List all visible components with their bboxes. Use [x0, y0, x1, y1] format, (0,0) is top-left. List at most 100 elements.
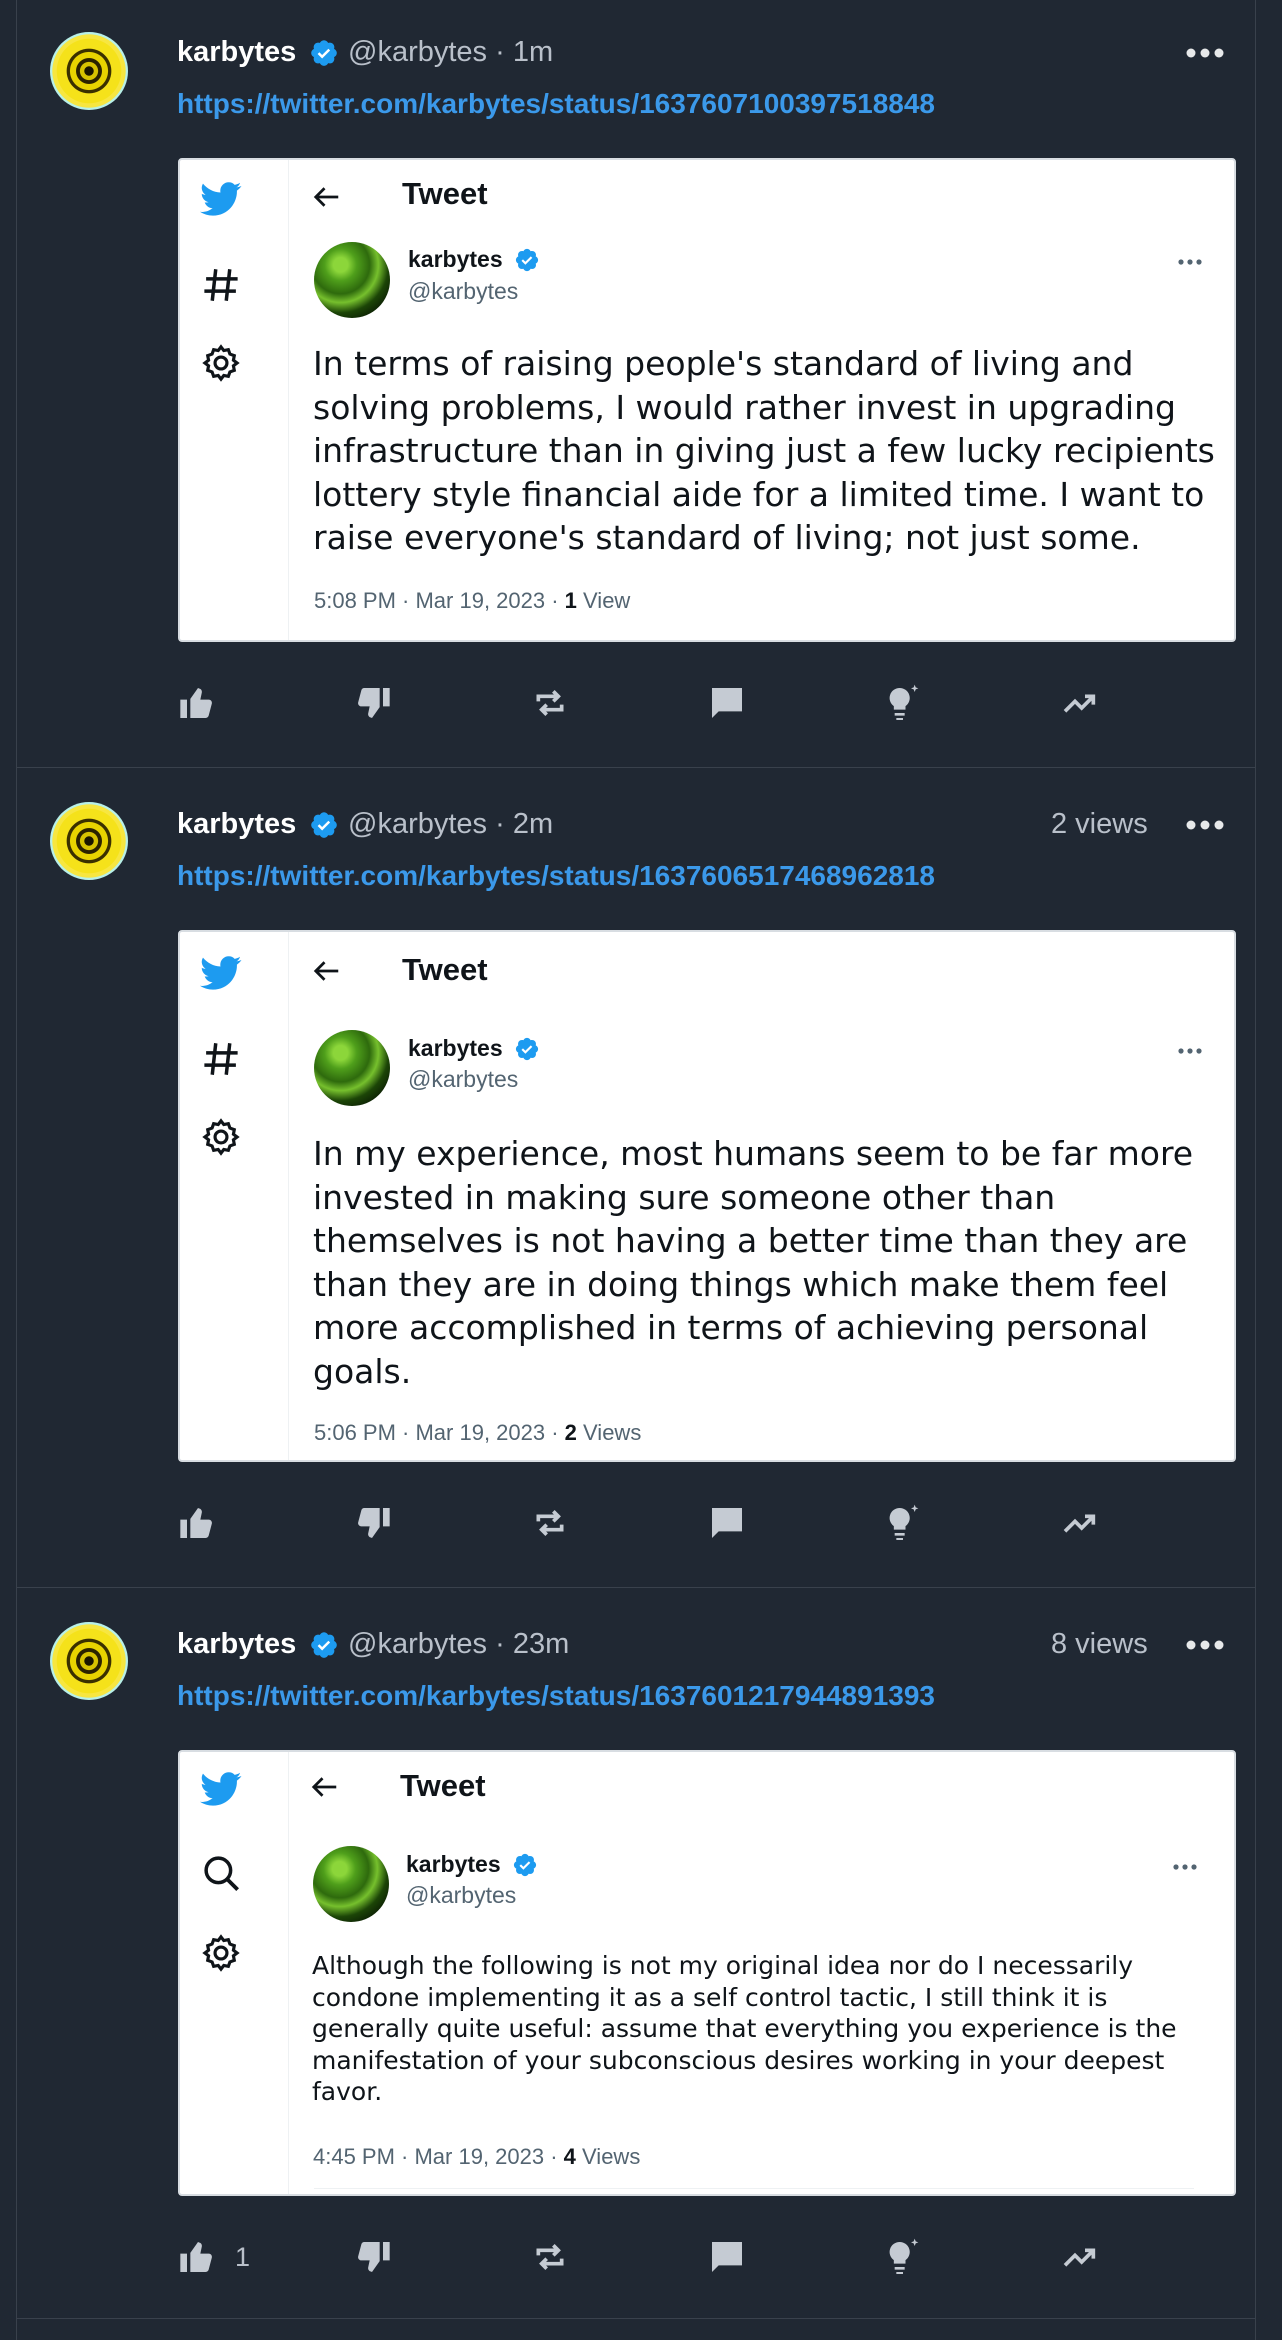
twitter-bird-icon[interactable] [200, 952, 242, 994]
tweet-author-handle[interactable]: @karbytes [406, 1882, 516, 1909]
repost-button[interactable] [530, 1501, 570, 1545]
hashtag-icon[interactable] [200, 264, 242, 306]
tweet-avatar[interactable] [314, 1030, 390, 1106]
more-options-icon[interactable] [1177, 1047, 1203, 1055]
tweet-link[interactable]: https://twitter.com/karbytes/status/1637… [177, 86, 935, 122]
tweet-timestamp[interactable]: 5:06 PM · Mar 19, 2023 · [314, 1420, 565, 1445]
tweet-avatar[interactable] [313, 1846, 389, 1922]
insight-button[interactable] [883, 2235, 923, 2279]
gear-icon[interactable] [200, 342, 242, 384]
more-options-icon[interactable] [1185, 819, 1225, 831]
tweet-author-handle[interactable]: @karbytes [408, 278, 518, 305]
thumbs-down-icon [358, 2242, 390, 2272]
dislike-button[interactable] [353, 681, 393, 725]
repost-button[interactable] [530, 681, 570, 725]
lightbulb-icon [889, 684, 919, 720]
embed-title: Tweet [402, 952, 488, 987]
more-options-icon[interactable] [1185, 47, 1225, 59]
avatar[interactable] [50, 32, 128, 110]
author-handle[interactable]: @karbytes · 1m [348, 34, 553, 70]
thumbs-down-icon [358, 688, 390, 718]
tweet-meta: 5:08 PM · Mar 19, 2023 · 1 View [314, 588, 630, 614]
like-count: 1 [235, 2241, 251, 2272]
trending-button[interactable] [1060, 1501, 1100, 1545]
like-button[interactable] [177, 1501, 235, 1545]
comment-button[interactable] [707, 2235, 747, 2279]
repost-icon [536, 2244, 564, 2270]
insight-button[interactable] [883, 681, 923, 725]
like-button[interactable]: 1 [177, 2235, 250, 2279]
embedded-tweet[interactable]: Tweet karbytes @karbytes In terms of rai… [178, 158, 1236, 642]
view-count: 1 [564, 588, 577, 613]
dislike-button[interactable] [353, 2235, 393, 2279]
action-bar [177, 1501, 1177, 1545]
embed-sidebar [180, 932, 289, 1460]
trending-up-icon [1063, 1514, 1096, 1533]
back-arrow-icon[interactable] [310, 1772, 340, 1802]
embedded-tweet[interactable]: Tweet karbytes @karbytes Although the fo… [178, 1750, 1236, 2196]
tweet-author-name[interactable]: karbytes [408, 246, 503, 273]
repost-icon [536, 690, 564, 716]
tweet-avatar[interactable] [314, 242, 390, 318]
author-handle[interactable]: @karbytes · 23m [348, 1626, 569, 1662]
embed-title: Tweet [400, 1768, 486, 1803]
verified-badge-icon [311, 812, 337, 838]
repost-button[interactable] [530, 2235, 570, 2279]
twitter-bird-icon[interactable] [200, 1768, 242, 1810]
insight-button[interactable] [883, 1501, 923, 1545]
tweet-text: In terms of raising people's standard of… [313, 344, 1215, 557]
post: karbytes @karbytes · 1m https://twitter.… [17, 0, 1255, 768]
tweet-meta: 5:06 PM · Mar 19, 2023 · 2 Views [314, 1420, 641, 1446]
more-options-icon[interactable] [1177, 258, 1203, 266]
comment-icon [712, 688, 742, 718]
dislike-button[interactable] [353, 1501, 393, 1545]
trending-button[interactable] [1060, 681, 1100, 725]
tweet-timestamp[interactable]: 5:08 PM · Mar 19, 2023 · [314, 588, 565, 613]
like-button[interactable] [177, 681, 235, 725]
action-bar [177, 681, 1177, 725]
embed-sidebar [180, 160, 289, 640]
avatar[interactable] [50, 1622, 128, 1700]
verified-badge-icon [513, 1853, 537, 1877]
hashtag-icon[interactable] [200, 1038, 242, 1080]
twitter-bird-icon[interactable] [200, 178, 242, 220]
trending-button[interactable] [1060, 2235, 1100, 2279]
comment-button[interactable] [707, 1501, 747, 1545]
gear-icon[interactable] [200, 1932, 242, 1974]
more-options-icon[interactable] [1172, 1863, 1198, 1871]
more-options-icon[interactable] [1185, 1639, 1225, 1651]
back-arrow-icon[interactable] [312, 956, 342, 986]
trending-up-icon [1063, 694, 1096, 713]
action-bar: 1 [177, 2235, 1177, 2279]
author-name[interactable]: karbytes [177, 1626, 296, 1662]
embedded-tweet[interactable]: Tweet karbytes @karbytes In my experienc… [178, 930, 1236, 1462]
tweet-author-handle[interactable]: @karbytes [408, 1066, 518, 1093]
embed-divider [314, 2188, 1194, 2189]
view-label: Views [575, 2144, 641, 2169]
back-arrow-icon[interactable] [312, 182, 342, 212]
author-name[interactable]: karbytes [177, 806, 296, 842]
author-name[interactable]: karbytes [177, 34, 296, 70]
tweet-meta: 4:45 PM · Mar 19, 2023 · 4 Views [313, 2144, 640, 2170]
lightbulb-icon [889, 1504, 919, 1540]
comment-icon [712, 2242, 742, 2272]
embed-sidebar [180, 1752, 289, 2194]
tweet-timestamp[interactable]: 4:45 PM · Mar 19, 2023 · [313, 2144, 564, 2169]
time-ago: · 2m [495, 808, 554, 840]
tweet-link[interactable]: https://twitter.com/karbytes/status/1637… [177, 1678, 935, 1714]
author-handle[interactable]: @karbytes · 2m [348, 806, 553, 842]
tweet-link[interactable]: https://twitter.com/karbytes/status/1637… [177, 858, 935, 894]
thumbs-up-icon [180, 2242, 212, 2272]
thumbs-up-icon [180, 688, 212, 718]
gear-icon[interactable] [200, 1116, 242, 1158]
handle-text: @karbytes [348, 36, 488, 68]
comment-button[interactable] [707, 681, 747, 725]
tweet-author-name[interactable]: karbytes [406, 1851, 501, 1878]
avatar[interactable] [50, 802, 128, 880]
trending-up-icon [1063, 2248, 1096, 2267]
time-ago: · 1m [495, 36, 554, 68]
tweet-author-name[interactable]: karbytes [408, 1035, 503, 1062]
feed: karbytes @karbytes · 1m https://twitter.… [16, 0, 1256, 2340]
tweet-text: In my experience, most humans seem to be… [313, 1134, 1194, 1391]
search-icon[interactable] [200, 1852, 242, 1894]
